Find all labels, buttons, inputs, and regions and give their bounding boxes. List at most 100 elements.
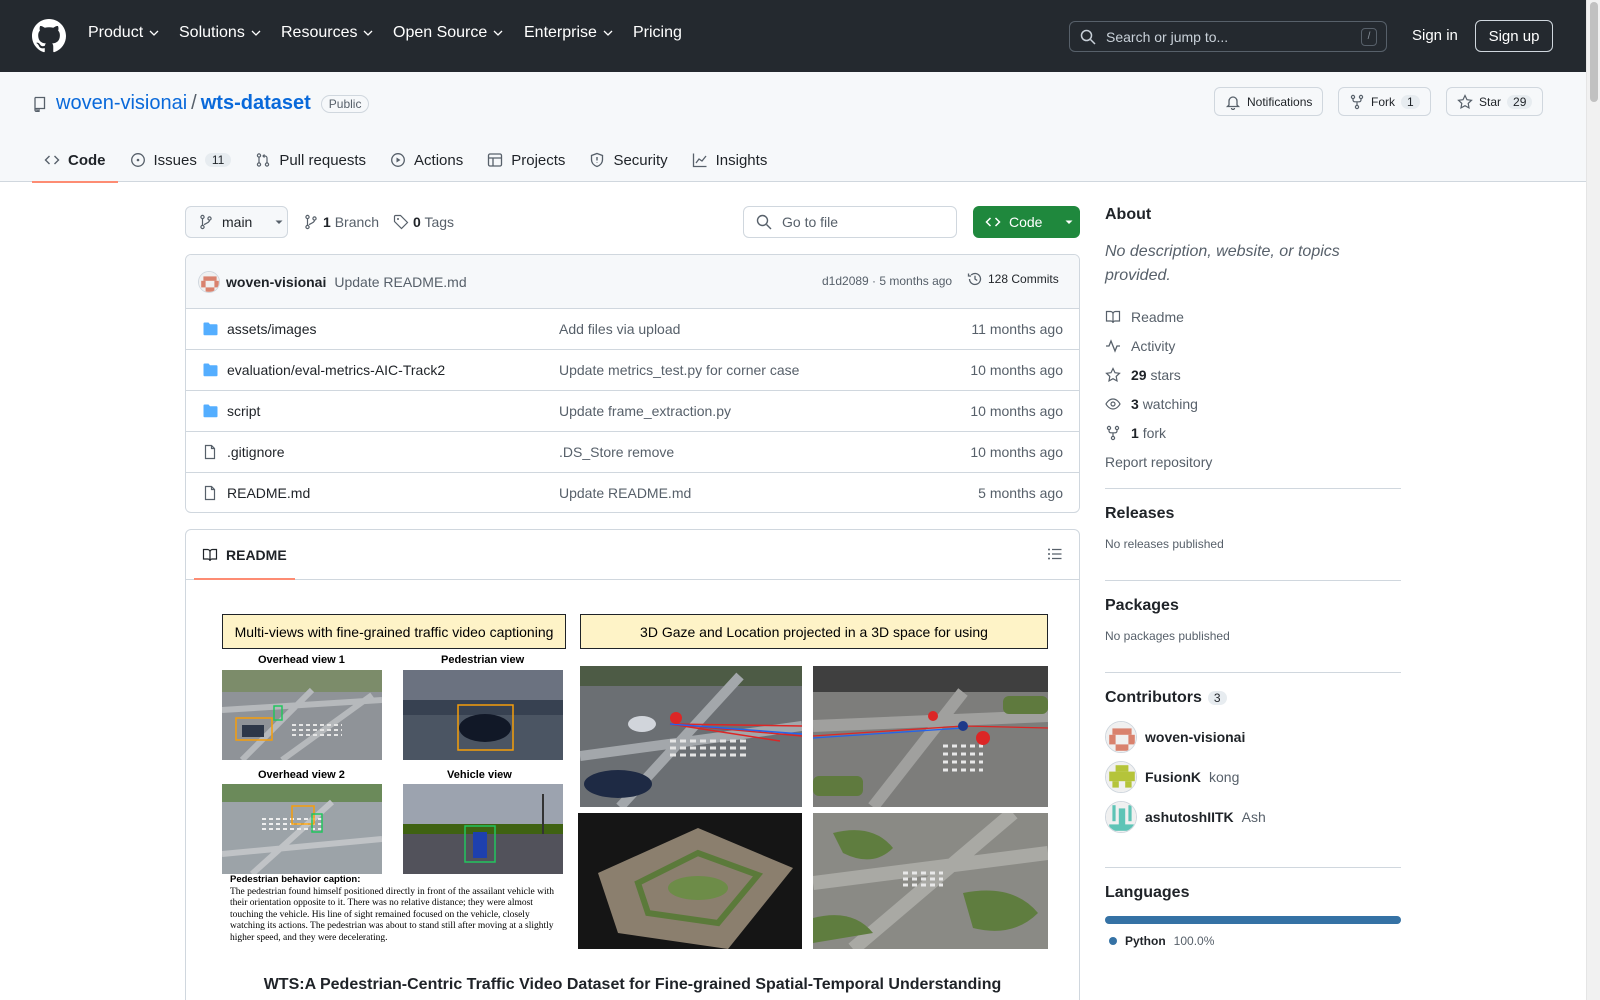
tab-code[interactable]: Code	[32, 138, 118, 183]
scrollbar-thumb[interactable]	[1590, 2, 1598, 102]
star-button[interactable]: Star 29	[1446, 87, 1544, 116]
latest-commit-bar: woven-visionai Update README.md d1d2089 …	[186, 255, 1079, 309]
commit-sha-age[interactable]: d1d2089 · 5 months ago	[822, 274, 952, 288]
view-label: Overhead view 2	[258, 769, 345, 781]
file-commit-message-link[interactable]: .DS_Store remove	[559, 444, 674, 460]
overhead-view-1-image	[222, 670, 382, 760]
commits-count-label: 128 Commits	[988, 272, 1059, 286]
language-name: Python	[1125, 934, 1166, 948]
notifications-button[interactable]: Notifications	[1214, 87, 1324, 116]
shield-icon	[591, 152, 604, 168]
about-description: No description, website, or topics provi…	[1105, 243, 1340, 284]
commit-message-link[interactable]: Update README.md	[334, 274, 466, 290]
stars-link[interactable]: 29 stars	[1105, 360, 1401, 389]
tag-icon	[393, 214, 409, 230]
go-to-file-input[interactable]: Go to file	[743, 206, 957, 238]
chevron-down-icon	[493, 30, 503, 36]
contributor-item[interactable]: woven-visionai	[1105, 717, 1401, 757]
gaze-3d-space-image	[813, 666, 1048, 807]
fork-icon	[1106, 425, 1120, 440]
forks-link[interactable]: 1 fork	[1105, 418, 1401, 447]
stars-link-text: 29 stars	[1131, 367, 1181, 383]
nav-enterprise[interactable]: Enterprise	[524, 24, 613, 42]
nav-open-source[interactable]: Open Source	[393, 24, 503, 42]
global-search-input[interactable]: Search or jump to... /	[1069, 21, 1387, 52]
nav-pricing[interactable]: Pricing	[633, 24, 682, 42]
contributor-item[interactable]: FusionK kong	[1105, 757, 1401, 797]
file-name-link[interactable]: script	[227, 403, 260, 419]
contributor-name: kong	[1209, 769, 1240, 785]
code-dropdown-button[interactable]: Code	[973, 206, 1080, 238]
readme-tab-label: README	[226, 546, 287, 563]
sign-in-link[interactable]: Sign in	[1412, 27, 1458, 44]
outline-button[interactable]	[1047, 546, 1063, 562]
contributor-item[interactable]: ashutoshIITK Ash	[1105, 797, 1401, 837]
book-icon	[1105, 310, 1121, 323]
releases-section: Releases No releases published	[1105, 489, 1401, 580]
file-age: 11 months ago	[971, 321, 1063, 337]
avatar	[1105, 721, 1137, 753]
repo-tabs: Code Issues 11 Pull requests Actions Pro…	[32, 138, 780, 183]
tags-link[interactable]: 0 Tags	[413, 214, 454, 230]
branches-link[interactable]: 1 Branch	[323, 214, 379, 230]
file-table: woven-visionai Update README.md d1d2089 …	[185, 254, 1080, 513]
file-age: 5 months ago	[978, 485, 1063, 501]
repo-name-link[interactable]: wts-dataset	[201, 92, 311, 115]
commit-author-link[interactable]: woven-visionai	[226, 274, 326, 290]
tab-pull-requests[interactable]: Pull requests	[243, 138, 378, 182]
repo-owner-link[interactable]: woven-visionai	[56, 92, 187, 115]
table-row: .gitignore .DS_Store remove 10 months ag…	[186, 432, 1079, 473]
tab-issues[interactable]: Issues 11	[118, 138, 244, 182]
nav-product[interactable]: Product	[88, 24, 159, 42]
bell-icon	[1225, 95, 1241, 110]
file-name-link[interactable]: evaluation/eval-metrics-AIC-Track2	[227, 362, 445, 378]
language-item[interactable]: Python 100.0%	[1109, 934, 1401, 948]
watching-link-text: 3 watching	[1131, 396, 1198, 412]
gaze-projection-image	[580, 666, 802, 807]
report-repository-link[interactable]: Report repository	[1105, 447, 1401, 476]
search-icon	[756, 214, 772, 230]
tab-projects[interactable]: Projects	[475, 138, 577, 182]
issues-count: 11	[204, 153, 232, 167]
pedestrian-behavior-caption: Pedestrian behavior caption: The pedestr…	[230, 874, 560, 944]
fork-button[interactable]: Fork 1	[1338, 87, 1431, 116]
star-label: Star	[1479, 94, 1502, 109]
branch-icon	[200, 214, 212, 230]
contributors-section: Contributors 3 woven-visionai FusionK ko…	[1105, 673, 1401, 867]
contributors-heading[interactable]: Contributors	[1105, 689, 1202, 707]
file-name-link[interactable]: .gitignore	[227, 444, 285, 460]
file-name-link[interactable]: README.md	[227, 485, 310, 501]
github-logo-icon[interactable]	[32, 19, 66, 53]
branch-selector[interactable]: main	[185, 206, 288, 238]
file-icon	[204, 485, 216, 501]
page-scrollbar[interactable]	[1586, 0, 1600, 1000]
tab-actions[interactable]: Actions	[378, 138, 475, 182]
list-icon	[1048, 548, 1062, 560]
activity-link[interactable]: Activity	[1105, 331, 1401, 360]
sign-up-button[interactable]: Sign up	[1475, 20, 1553, 52]
nav-solutions[interactable]: Solutions	[179, 24, 261, 42]
tab-readme[interactable]: README	[194, 530, 295, 580]
graph-icon	[692, 153, 707, 168]
tab-security[interactable]: Security	[577, 138, 679, 182]
tag-label: Tags	[424, 214, 455, 230]
caret-down-icon	[275, 220, 283, 224]
nav-enterprise-label: Enterprise	[524, 24, 597, 41]
watching-link[interactable]: 3 watching	[1105, 389, 1401, 418]
tab-insights[interactable]: Insights	[680, 138, 780, 182]
file-commit-message-link[interactable]: Update README.md	[559, 485, 691, 501]
readme-link[interactable]: Readme	[1105, 302, 1401, 331]
nav-resources[interactable]: Resources	[281, 24, 373, 42]
commits-history-link[interactable]: 128 Commits	[967, 271, 1059, 287]
3d-scene-model-image-2	[813, 813, 1048, 949]
avatar	[1105, 761, 1137, 793]
packages-heading[interactable]: Packages	[1105, 597, 1179, 614]
file-commit-message-link[interactable]: Update frame_extraction.py	[559, 403, 731, 419]
notifications-label: Notifications	[1247, 94, 1313, 109]
file-name-link[interactable]: assets/images	[227, 321, 316, 337]
file-commit-message-link[interactable]: Update metrics_test.py for corner case	[559, 362, 799, 378]
visibility-badge: Public	[320, 94, 370, 113]
releases-heading[interactable]: Releases	[1105, 505, 1174, 522]
file-commit-message-link[interactable]: Add files via upload	[559, 321, 680, 337]
avatar[interactable]	[198, 270, 220, 293]
